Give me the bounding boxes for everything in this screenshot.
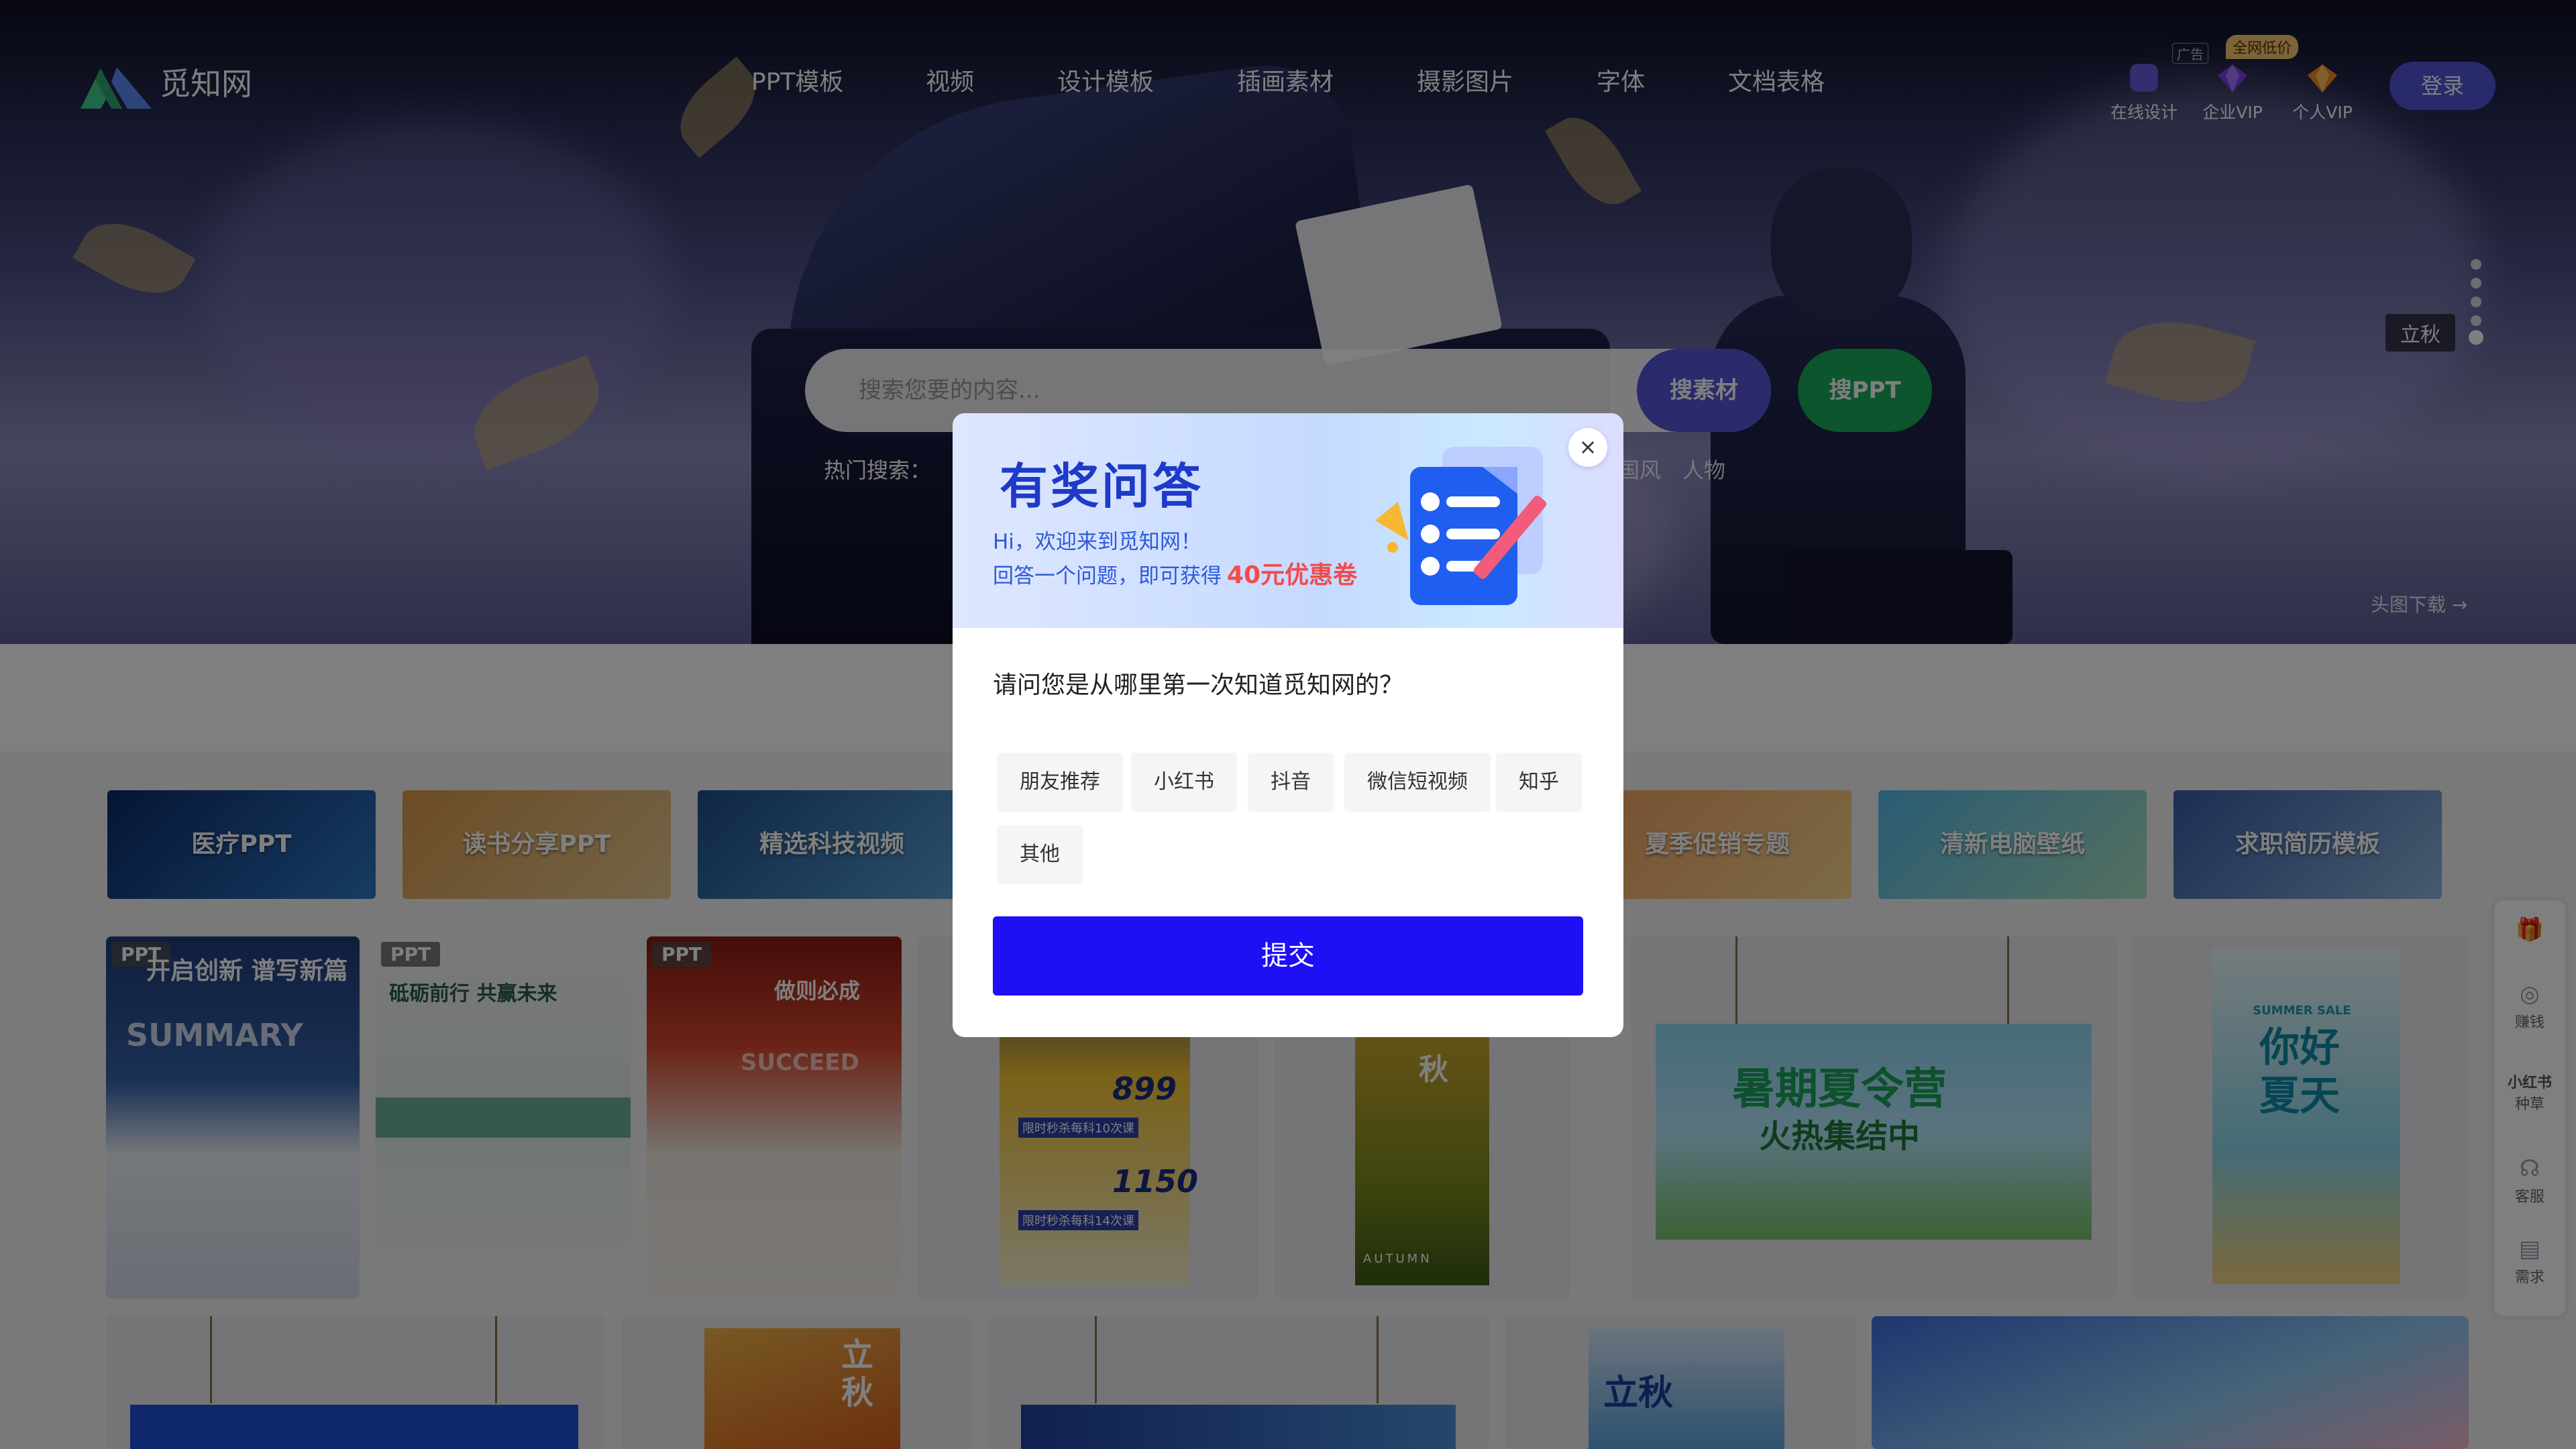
option-xiaohongshu[interactable]: 小红书 <box>1131 753 1237 812</box>
option-friend-referral[interactable]: 朋友推荐 <box>997 753 1123 812</box>
questionnaire-clipboard-icon <box>1375 447 1547 605</box>
option-wechat-channels[interactable]: 微信短视频 <box>1344 753 1491 812</box>
modal-title: 有奖问答 <box>1000 458 1204 515</box>
submit-button[interactable]: 提交 <box>993 916 1583 996</box>
modal-close-button[interactable]: × <box>1568 428 1607 467</box>
option-douyin[interactable]: 抖音 <box>1248 753 1334 812</box>
modal-reward-prefix: 回答一个问题，即可获得 <box>993 564 1222 588</box>
modal-reward-text: 回答一个问题，即可获得 40元优惠卷 <box>993 555 1357 590</box>
modal-welcome-text: Hi，欢迎来到觅知网！ <box>993 530 1201 554</box>
option-other[interactable]: 其他 <box>997 825 1083 884</box>
modal-coupon-amount: 40元优惠卷 <box>1227 561 1358 589</box>
quiz-modal: 有奖问答 Hi，欢迎来到觅知网！ 回答一个问题，即可获得 40元优惠卷 × 请问您… <box>953 413 1623 1037</box>
option-zhihu[interactable]: 知乎 <box>1496 753 1582 812</box>
quiz-question: 请问您是从哪里第一次知道觅知网的？ <box>993 672 1404 699</box>
